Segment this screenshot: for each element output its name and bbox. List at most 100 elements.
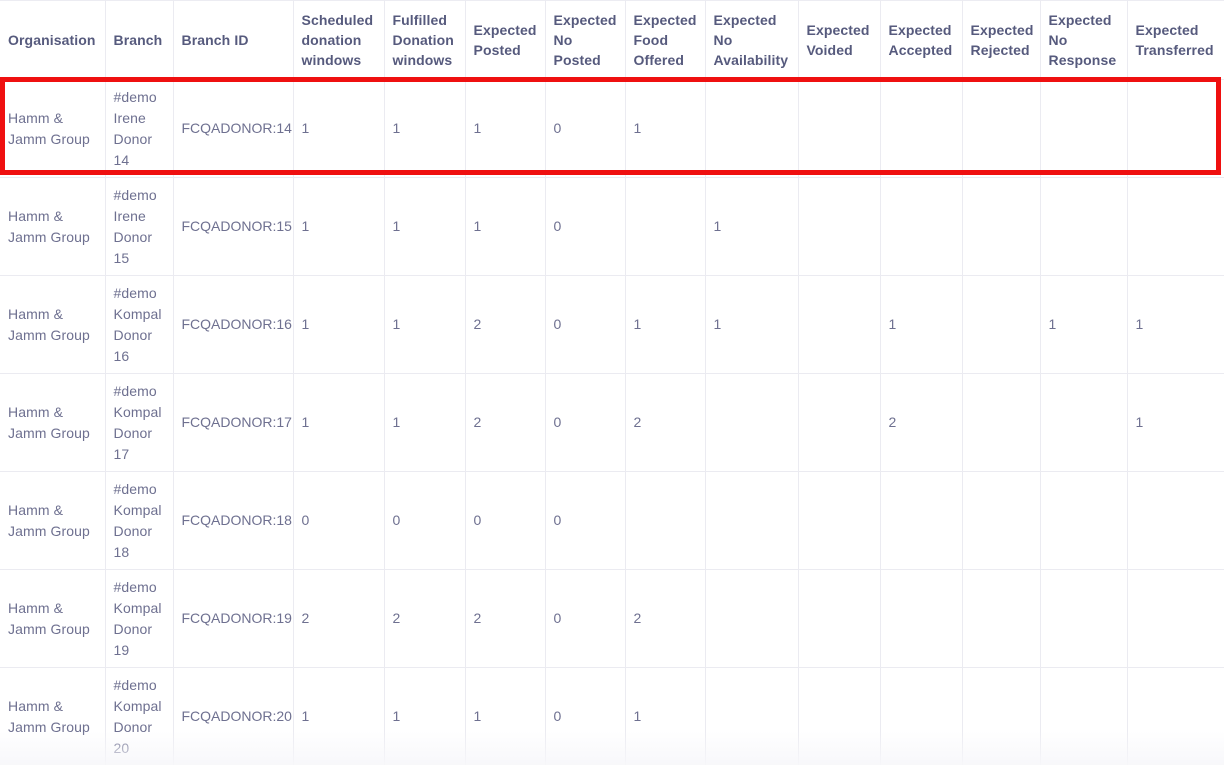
- column-header-expected-no-availability: Expected No Availability: [705, 1, 798, 80]
- cell-fulfilled-donation-windows: 1: [384, 374, 465, 472]
- cell-expected-rejected: [962, 668, 1040, 765]
- cell-organisation: Hamm & Jamm Group: [0, 80, 105, 178]
- column-header-expected-voided: Expected Voided: [798, 1, 880, 80]
- cell-expected-accepted: [880, 472, 962, 570]
- cell-fulfilled-donation-windows: 0: [384, 472, 465, 570]
- cell-expected-no-posted: 0: [545, 178, 625, 276]
- cell-expected-posted: 2: [465, 374, 545, 472]
- cell-expected-food-offered: [625, 472, 705, 570]
- cell-branch: #demo Irene Donor 15: [105, 178, 173, 276]
- cell-expected-posted: 1: [465, 80, 545, 178]
- table-row[interactable]: Hamm & Jamm Group#demo Irene Donor 14FCQ…: [0, 80, 1224, 178]
- cell-expected-accepted: [880, 570, 962, 668]
- cell-expected-no-availability: [705, 80, 798, 178]
- column-header-expected-accepted: Expected Accepted: [880, 1, 962, 80]
- column-header-fulfilled-donation-windows: Fulfilled Donation windows: [384, 1, 465, 80]
- cell-scheduled-donation-windows: 1: [293, 80, 384, 178]
- cell-expected-posted: 2: [465, 276, 545, 374]
- cell-expected-rejected: [962, 374, 1040, 472]
- cell-expected-transferred: [1127, 472, 1224, 570]
- cell-branch: #demo Irene Donor 14: [105, 80, 173, 178]
- table-header-row: OrganisationBranchBranch IDScheduled don…: [0, 1, 1224, 80]
- cell-branch-id: FCQADONOR:17: [173, 374, 293, 472]
- cell-organisation: Hamm & Jamm Group: [0, 276, 105, 374]
- cell-branch-id: FCQADONOR:16: [173, 276, 293, 374]
- cell-expected-no-response: [1040, 80, 1127, 178]
- cell-branch: #demo Kompal Donor 17: [105, 374, 173, 472]
- cell-expected-accepted: [880, 668, 962, 765]
- cell-organisation: Hamm & Jamm Group: [0, 472, 105, 570]
- cell-expected-posted: 1: [465, 668, 545, 765]
- cell-expected-no-posted: 0: [545, 472, 625, 570]
- cell-scheduled-donation-windows: 1: [293, 276, 384, 374]
- column-header-organisation: Organisation: [0, 1, 105, 80]
- cell-expected-rejected: [962, 276, 1040, 374]
- cell-expected-rejected: [962, 570, 1040, 668]
- cell-fulfilled-donation-windows: 1: [384, 668, 465, 765]
- table-row[interactable]: Hamm & Jamm Group#demo Kompal Donor 17FC…: [0, 374, 1224, 472]
- column-header-branch: Branch: [105, 1, 173, 80]
- column-header-expected-food-offered: Expected Food Offered: [625, 1, 705, 80]
- table-row[interactable]: Hamm & Jamm Group#demo Kompal Donor 20FC…: [0, 668, 1224, 765]
- table-row[interactable]: Hamm & Jamm Group#demo Irene Donor 15FCQ…: [0, 178, 1224, 276]
- cell-expected-no-availability: [705, 472, 798, 570]
- donation-windows-table: OrganisationBranchBranch IDScheduled don…: [0, 0, 1224, 765]
- cell-expected-no-response: [1040, 374, 1127, 472]
- cell-expected-no-response: [1040, 178, 1127, 276]
- cell-expected-voided: [798, 276, 880, 374]
- cell-expected-no-availability: [705, 668, 798, 765]
- cell-branch: #demo Kompal Donor 16: [105, 276, 173, 374]
- cell-expected-no-availability: [705, 570, 798, 668]
- cell-scheduled-donation-windows: 2: [293, 570, 384, 668]
- column-header-expected-no-posted: Expected No Posted: [545, 1, 625, 80]
- report-screen: OrganisationBranchBranch IDScheduled don…: [0, 0, 1224, 765]
- cell-expected-posted: 1: [465, 178, 545, 276]
- cell-expected-transferred: [1127, 80, 1224, 178]
- column-header-expected-no-response: Expected No Response: [1040, 1, 1127, 80]
- cell-branch-id: FCQADONOR:15: [173, 178, 293, 276]
- cell-expected-food-offered: 2: [625, 374, 705, 472]
- cell-scheduled-donation-windows: 1: [293, 178, 384, 276]
- table-row[interactable]: Hamm & Jamm Group#demo Kompal Donor 19FC…: [0, 570, 1224, 668]
- cell-expected-no-response: 1: [1040, 276, 1127, 374]
- column-header-expected-rejected: Expected Rejected: [962, 1, 1040, 80]
- cell-expected-posted: 2: [465, 570, 545, 668]
- cell-expected-accepted: [880, 178, 962, 276]
- table-row[interactable]: Hamm & Jamm Group#demo Kompal Donor 16FC…: [0, 276, 1224, 374]
- table-header: OrganisationBranchBranch IDScheduled don…: [0, 1, 1224, 80]
- cell-expected-posted: 0: [465, 472, 545, 570]
- cell-expected-no-response: [1040, 668, 1127, 765]
- cell-expected-food-offered: 2: [625, 570, 705, 668]
- cell-expected-voided: [798, 374, 880, 472]
- cell-expected-transferred: 1: [1127, 374, 1224, 472]
- cell-branch-id: FCQADONOR:18: [173, 472, 293, 570]
- cell-branch-id: FCQADONOR:14: [173, 80, 293, 178]
- cell-expected-no-posted: 0: [545, 80, 625, 178]
- cell-scheduled-donation-windows: 1: [293, 668, 384, 765]
- cell-expected-transferred: [1127, 178, 1224, 276]
- cell-organisation: Hamm & Jamm Group: [0, 178, 105, 276]
- cell-expected-rejected: [962, 472, 1040, 570]
- cell-branch: #demo Kompal Donor 19: [105, 570, 173, 668]
- table-body: Hamm & Jamm Group#demo Irene Donor 14FCQ…: [0, 80, 1224, 765]
- cell-scheduled-donation-windows: 1: [293, 374, 384, 472]
- column-header-expected-posted: Expected Posted: [465, 1, 545, 80]
- cell-expected-no-availability: [705, 374, 798, 472]
- column-header-branch-id: Branch ID: [173, 1, 293, 80]
- cell-fulfilled-donation-windows: 2: [384, 570, 465, 668]
- cell-expected-no-availability: 1: [705, 276, 798, 374]
- cell-expected-rejected: [962, 80, 1040, 178]
- cell-organisation: Hamm & Jamm Group: [0, 374, 105, 472]
- cell-expected-voided: [798, 570, 880, 668]
- cell-expected-no-posted: 0: [545, 570, 625, 668]
- table-row[interactable]: Hamm & Jamm Group#demo Kompal Donor 18FC…: [0, 472, 1224, 570]
- column-header-expected-transferred: Expected Transferred: [1127, 1, 1224, 80]
- cell-organisation: Hamm & Jamm Group: [0, 668, 105, 765]
- cell-expected-accepted: [880, 80, 962, 178]
- cell-expected-no-posted: 0: [545, 276, 625, 374]
- cell-expected-rejected: [962, 178, 1040, 276]
- cell-expected-food-offered: 1: [625, 80, 705, 178]
- cell-fulfilled-donation-windows: 1: [384, 80, 465, 178]
- cell-expected-voided: [798, 472, 880, 570]
- cell-expected-voided: [798, 668, 880, 765]
